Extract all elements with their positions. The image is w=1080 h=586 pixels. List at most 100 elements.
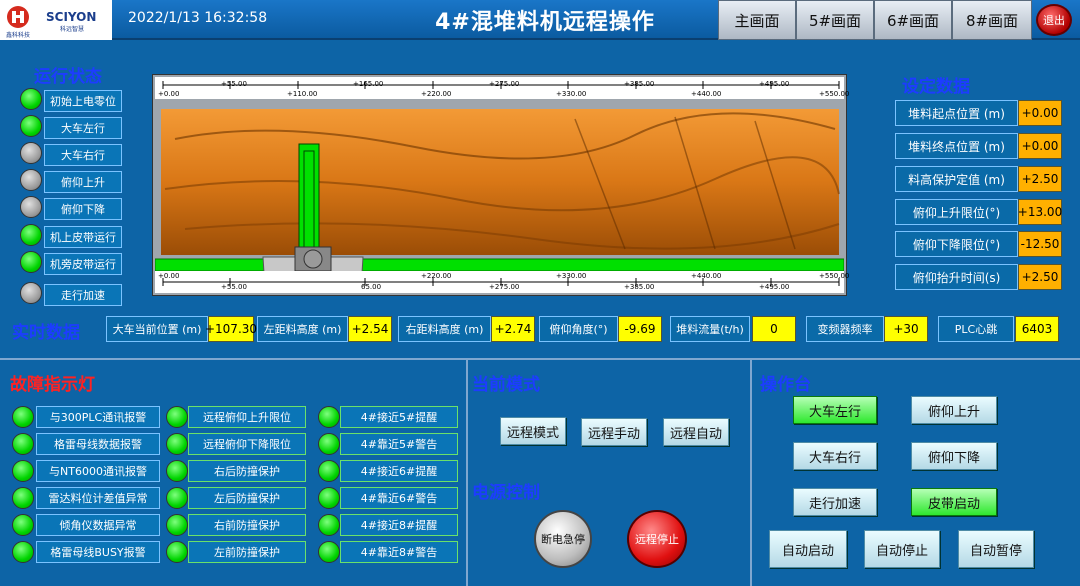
setting-value[interactable]: +2.50 xyxy=(1018,264,1062,290)
fault-title: 故障指示灯 xyxy=(10,375,95,395)
setting-label: 堆料起点位置 (m) xyxy=(895,100,1018,126)
realtime-value: +2.74 xyxy=(491,316,535,342)
tick-label: +275.00 xyxy=(489,80,520,88)
pitch-up-button[interactable]: 俯仰上升 xyxy=(911,396,997,424)
tick-label: +275.00 xyxy=(489,283,520,291)
setting-label: 俯仰抬升时间(s) xyxy=(895,264,1018,290)
tick-label: +165.00 xyxy=(353,80,384,88)
setting-value[interactable]: -12.50 xyxy=(1018,231,1062,257)
settings-title: 设定数据 xyxy=(902,77,970,97)
status-label: 机上皮带运行 xyxy=(44,226,122,248)
fault-led xyxy=(318,514,340,536)
tick-label: +110.00 xyxy=(287,90,318,98)
auto-pause-button[interactable]: 自动暂停 xyxy=(958,530,1034,568)
status-label: 大车左行 xyxy=(44,117,122,139)
realtime-label: 堆料流量(t/h) xyxy=(670,316,750,342)
top-ruler: +0.00 +55.00 +110.00 +165.00 +220.00 +27… xyxy=(155,77,849,99)
remote-manual-button[interactable]: 远程手动 xyxy=(581,418,647,446)
setting-value[interactable]: +0.00 xyxy=(1018,100,1062,126)
status-label: 初始上电零位 xyxy=(44,90,122,112)
realtime-label: 俯仰角度(°) xyxy=(539,316,618,342)
realtime-label: 变频器频率 xyxy=(806,316,884,342)
auto-start-button[interactable]: 自动启动 xyxy=(769,530,847,568)
realtime-label: 右距料高度 (m) xyxy=(398,316,491,342)
tick-label: +0.00 xyxy=(158,90,180,98)
setting-label: 堆料终点位置 (m) xyxy=(895,133,1018,159)
fault-label: 格雷母线BUSY报警 xyxy=(36,541,160,563)
run-status-title: 运行状态 xyxy=(34,67,102,87)
fault-label: 左后防撞保护 xyxy=(188,487,306,509)
trolley-left-button[interactable]: 大车左行 xyxy=(793,396,877,424)
travel-accelerate-button[interactable]: 走行加速 xyxy=(793,488,877,516)
status-label: 机旁皮带运行 xyxy=(44,253,122,275)
emergency-stop-button[interactable]: 断电急停 xyxy=(534,510,592,568)
setting-value[interactable]: +0.00 xyxy=(1018,133,1062,159)
tick-label: +0.00 xyxy=(158,272,180,280)
fault-led xyxy=(166,406,188,428)
status-led xyxy=(20,169,42,191)
fault-label: 右后防撞保护 xyxy=(188,460,306,482)
datetime: 2022/1/13 16:32:58 xyxy=(128,10,268,26)
fault-led xyxy=(12,514,34,536)
status-led xyxy=(20,142,42,164)
status-label: 走行加速 xyxy=(44,284,122,306)
bottom-ruler: +0.00 +55.00 65.00 +220.00 +275.00 +330.… xyxy=(155,271,849,293)
fault-led xyxy=(12,487,34,509)
nav-8-button[interactable]: 8#画面 xyxy=(952,0,1032,40)
setting-value[interactable]: +13.00 xyxy=(1018,199,1062,225)
divider xyxy=(750,358,752,586)
tick-label: +385.00 xyxy=(624,283,655,291)
fault-led xyxy=(318,460,340,482)
trolley-right-button[interactable]: 大车右行 xyxy=(793,442,877,470)
fault-label: 倾角仪数据异常 xyxy=(36,514,160,536)
setting-value[interactable]: +2.50 xyxy=(1018,166,1062,192)
status-label: 俯仰下降 xyxy=(44,198,122,220)
status-led xyxy=(20,196,42,218)
fault-label: 雷达料位计差值异常 xyxy=(36,487,160,509)
fault-led xyxy=(318,541,340,563)
fault-led xyxy=(12,541,34,563)
divider xyxy=(0,358,1080,360)
status-label: 大车右行 xyxy=(44,144,122,166)
auto-stop-button[interactable]: 自动停止 xyxy=(864,530,940,568)
tick-label: +220.00 xyxy=(421,272,452,280)
tick-label: +495.00 xyxy=(759,283,790,291)
pitch-down-button[interactable]: 俯仰下降 xyxy=(911,442,997,470)
fault-led xyxy=(12,433,34,455)
fault-label: 与NT6000通讯报警 xyxy=(36,460,160,482)
tick-label: 65.00 xyxy=(361,283,382,291)
fault-led xyxy=(166,460,188,482)
realtime-value: +2.54 xyxy=(348,316,392,342)
fault-label: 4#靠近6#警告 xyxy=(340,487,458,509)
fault-label: 格雷母线数据报警 xyxy=(36,433,160,455)
tick-label: +330.00 xyxy=(556,90,587,98)
nav-main-button[interactable]: 主画面 xyxy=(718,0,796,40)
status-led xyxy=(20,224,42,246)
realtime-value: +30 xyxy=(884,316,928,342)
tick-label: +55.00 xyxy=(221,80,247,88)
tick-label: +495.00 xyxy=(759,80,790,88)
realtime-label: 左距料高度 (m) xyxy=(257,316,348,342)
nav-6-button[interactable]: 6#画面 xyxy=(874,0,952,40)
tick-label: +440.00 xyxy=(691,272,722,280)
exit-button[interactable]: 退出 xyxy=(1036,4,1072,36)
fault-led xyxy=(166,433,188,455)
realtime-label: PLC心跳 xyxy=(938,316,1014,342)
setting-label: 俯仰下降限位(°) xyxy=(895,231,1018,257)
realtime-title: 实时数据 xyxy=(12,323,80,343)
divider xyxy=(466,358,468,586)
fault-label: 4#接近6#提醒 xyxy=(340,460,458,482)
tick-label: +550.00 xyxy=(819,272,850,280)
remote-stop-button[interactable]: 远程停止 xyxy=(627,510,687,568)
belt-start-button[interactable]: 皮带启动 xyxy=(911,488,997,516)
brand-text: SCIYON xyxy=(46,10,97,24)
console-title: 操作台 xyxy=(760,375,811,395)
fault-led xyxy=(166,541,188,563)
fault-led xyxy=(318,487,340,509)
remote-auto-button[interactable]: 远程自动 xyxy=(663,418,729,446)
fault-led xyxy=(166,487,188,509)
nav-5-button[interactable]: 5#画面 xyxy=(796,0,874,40)
fault-label: 4#靠近8#警告 xyxy=(340,541,458,563)
remote-mode-button[interactable]: 远程模式 xyxy=(500,417,566,445)
fault-label: 左前防撞保护 xyxy=(188,541,306,563)
